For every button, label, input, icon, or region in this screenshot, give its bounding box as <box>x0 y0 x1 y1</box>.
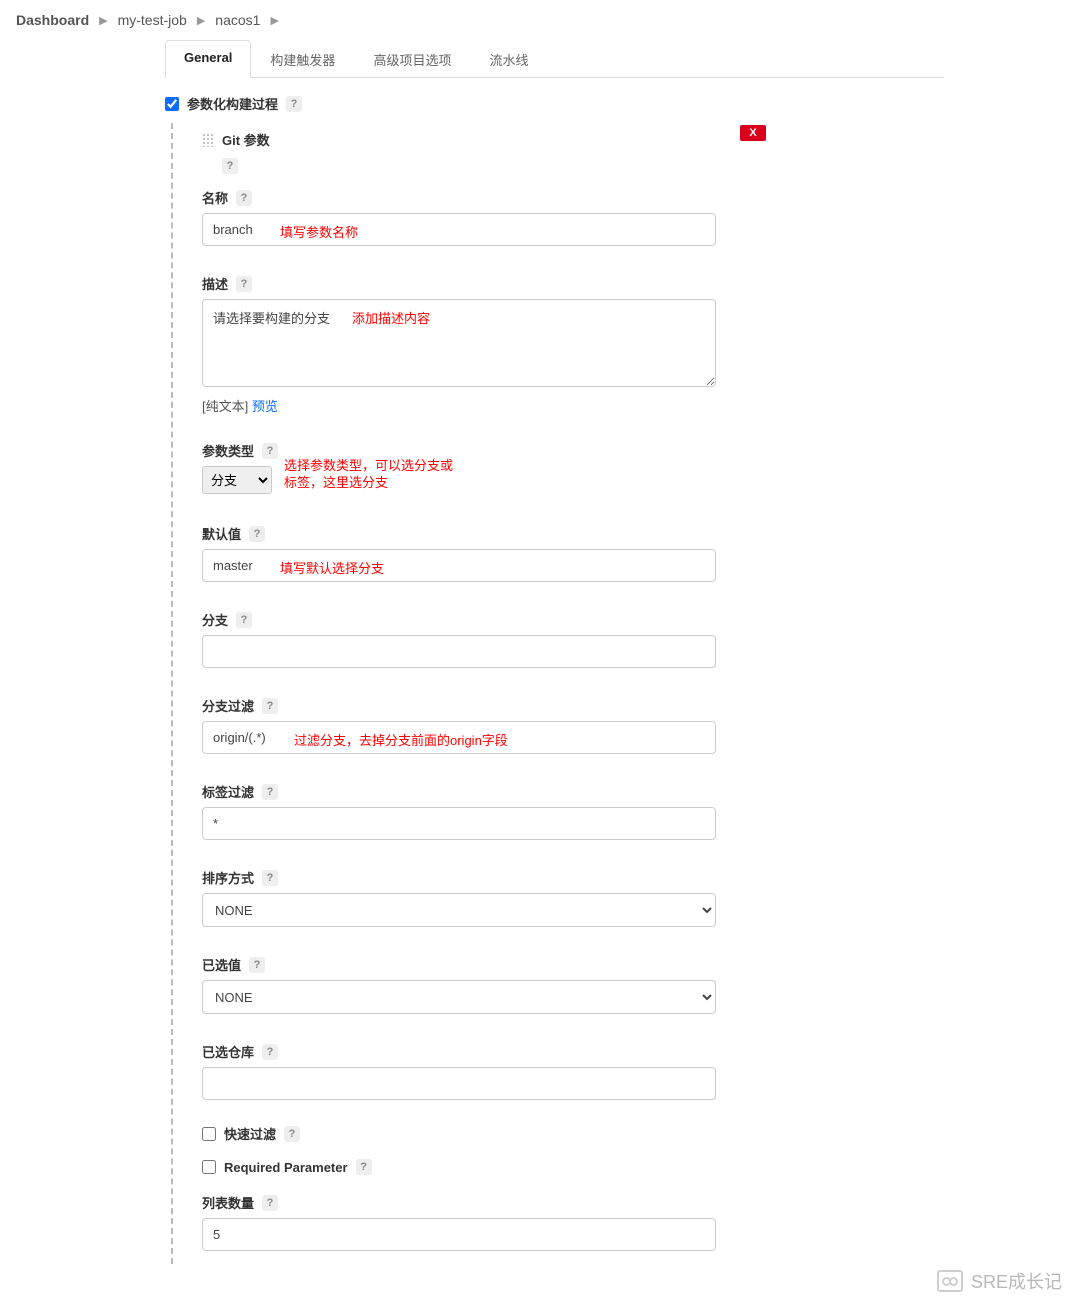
branch-input[interactable] <box>202 635 716 668</box>
sort-select[interactable]: NONE <box>202 893 716 927</box>
annotation: 选择参数类型，可以选分支或标签，这里选分支 <box>284 458 454 492</box>
required-checkbox[interactable] <box>202 1160 216 1174</box>
selected-label: 已选值 <box>202 955 241 974</box>
plain-text-label: [纯文本] <box>202 399 252 414</box>
quick-filter-label: 快速过滤 <box>224 1124 276 1143</box>
default-label: 默认值 <box>202 524 241 543</box>
help-icon[interactable]: ? <box>262 698 278 714</box>
tab-triggers[interactable]: 构建触发器 <box>251 40 354 78</box>
repo-input[interactable] <box>202 1067 716 1100</box>
tag-filter-input[interactable] <box>202 807 716 840</box>
git-param-header: Git 参数 X <box>202 128 760 153</box>
breadcrumb-item-project[interactable]: nacos1 <box>215 12 260 28</box>
help-icon[interactable]: ? <box>249 957 265 973</box>
help-icon[interactable]: ? <box>286 96 302 112</box>
help-icon[interactable]: ? <box>236 612 252 628</box>
tab-advanced[interactable]: 高级项目选项 <box>354 40 470 78</box>
chevron-right-icon: ▶ <box>266 14 282 27</box>
git-param-title: Git 参数 <box>222 130 270 149</box>
name-input[interactable] <box>202 213 716 246</box>
name-label: 名称 <box>202 188 228 207</box>
watermark-text: SRE成长记 <box>971 1268 1062 1294</box>
branch-filter-label: 分支过滤 <box>202 696 254 715</box>
desc-label: 描述 <box>202 274 228 293</box>
config-tabs: General 构建触发器 高级项目选项 流水线 <box>165 40 944 78</box>
list-count-label: 列表数量 <box>202 1193 254 1212</box>
list-count-input[interactable] <box>202 1218 716 1251</box>
tab-general[interactable]: General <box>165 40 251 78</box>
selected-select[interactable]: NONE <box>202 980 716 1014</box>
drag-handle-icon[interactable] <box>202 133 214 147</box>
help-icon[interactable]: ? <box>356 1159 372 1175</box>
quick-filter-checkbox[interactable] <box>202 1127 216 1141</box>
help-icon[interactable]: ? <box>284 1126 300 1142</box>
watermark: SRE成长记 <box>937 1268 1062 1294</box>
sort-label: 排序方式 <box>202 868 254 887</box>
param-type-select[interactable]: 分支 <box>202 466 272 494</box>
tag-filter-label: 标签过滤 <box>202 782 254 801</box>
breadcrumb-item-dashboard[interactable]: Dashboard <box>16 12 89 28</box>
help-icon[interactable]: ? <box>262 1195 278 1211</box>
breadcrumb-item-job[interactable]: my-test-job <box>118 12 187 28</box>
required-label: Required Parameter <box>224 1160 348 1175</box>
chevron-right-icon: ▶ <box>193 14 209 27</box>
tab-pipeline[interactable]: 流水线 <box>470 40 547 78</box>
delete-button[interactable]: X <box>740 125 766 141</box>
parametrized-build-checkbox[interactable] <box>165 97 179 111</box>
branch-filter-input[interactable] <box>202 721 716 754</box>
help-icon[interactable]: ? <box>262 784 278 800</box>
help-icon[interactable]: ? <box>262 870 278 886</box>
param-type-label: 参数类型 <box>202 441 254 460</box>
breadcrumb: Dashboard ▶ my-test-job ▶ nacos1 ▶ <box>0 0 1080 40</box>
help-icon[interactable]: ? <box>222 158 238 174</box>
wechat-icon <box>937 1270 963 1292</box>
help-icon[interactable]: ? <box>262 1044 278 1060</box>
desc-hint: [纯文本] 预览 <box>202 396 760 415</box>
help-icon[interactable]: ? <box>262 443 278 459</box>
help-icon[interactable]: ? <box>236 276 252 292</box>
desc-textarea[interactable]: 请选择要构建的分支 <box>202 299 716 387</box>
default-input[interactable] <box>202 549 716 582</box>
parametrized-build-label: 参数化构建过程 <box>187 94 278 113</box>
branch-label: 分支 <box>202 610 228 629</box>
chevron-right-icon: ▶ <box>95 14 111 27</box>
help-icon[interactable]: ? <box>236 190 252 206</box>
repo-label: 已选仓库 <box>202 1042 254 1061</box>
parametrized-build-row: 参数化构建过程 ? <box>165 94 944 113</box>
help-icon[interactable]: ? <box>249 526 265 542</box>
preview-link[interactable]: 预览 <box>252 399 278 414</box>
